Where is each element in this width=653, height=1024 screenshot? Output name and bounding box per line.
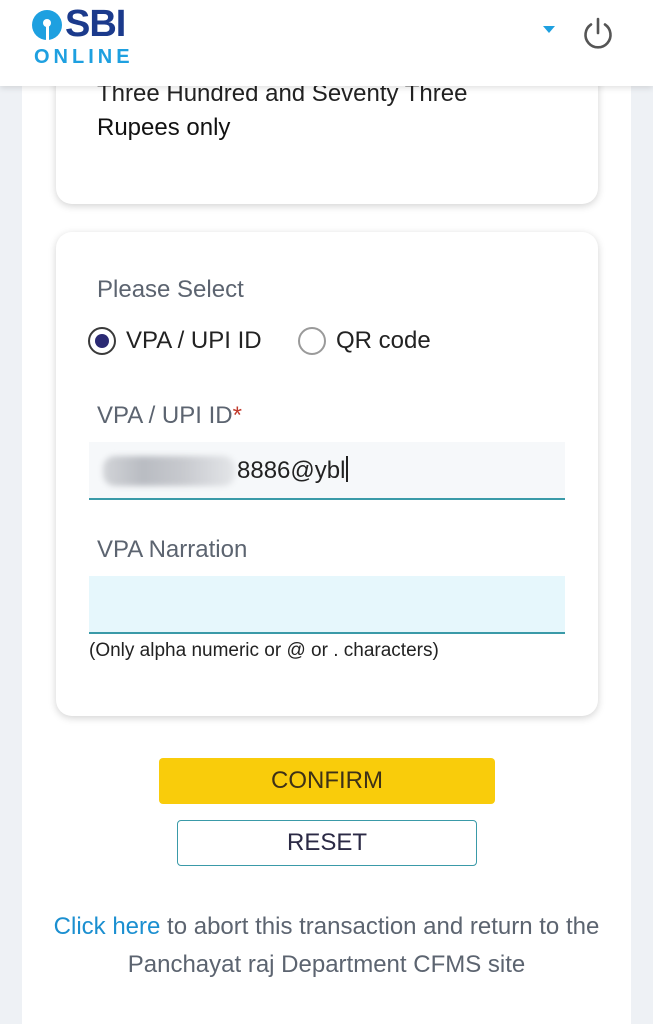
narration-hint: (Only alpha numeric or @ or . characters… [89, 640, 439, 661]
abort-text-rest: to abort this transaction and return to … [127, 913, 600, 978]
radio-vpa-label[interactable]: VPA / UPI ID [126, 326, 262, 356]
payment-method-card: Please Select VPA / UPI ID QR code VPA /… [56, 232, 598, 716]
vpa-narration-label: VPA Narration [97, 536, 248, 563]
dropdown-caret-icon[interactable] [543, 26, 555, 33]
radio-qr-code[interactable]: QR code [298, 326, 448, 360]
required-marker: * [232, 402, 242, 429]
power-icon[interactable] [580, 16, 616, 52]
confirm-button[interactable]: CONFIRM [159, 758, 495, 804]
radio-unselected-icon[interactable] [298, 327, 326, 355]
logo-online-text: ONLINE [34, 46, 134, 68]
abort-click-here-link[interactable]: Click here [54, 913, 161, 940]
sbi-logo-icon [32, 10, 62, 40]
vpa-input[interactable] [89, 442, 565, 500]
logo-sbi-text: SBI [65, 3, 126, 45]
radio-selected-icon[interactable] [88, 327, 116, 355]
sbi-online-logo[interactable]: SBI ONLINE [32, 4, 142, 68]
reset-button[interactable]: RESET [177, 820, 477, 866]
radio-qr-label[interactable]: QR code [336, 326, 431, 356]
vpa-label-text: VPA / UPI ID [97, 402, 233, 429]
app-header: SBI ONLINE [0, 0, 653, 86]
abort-transaction-text: Click here to abort this transaction and… [40, 908, 613, 984]
please-select-label: Please Select [97, 276, 244, 303]
radio-vpa-upi-id[interactable]: VPA / UPI ID [88, 326, 288, 360]
vpa-field-label: VPA / UPI ID* [97, 402, 242, 430]
amount-in-words-suffix: Rupees only [97, 114, 231, 141]
vpa-narration-input[interactable] [89, 576, 565, 634]
